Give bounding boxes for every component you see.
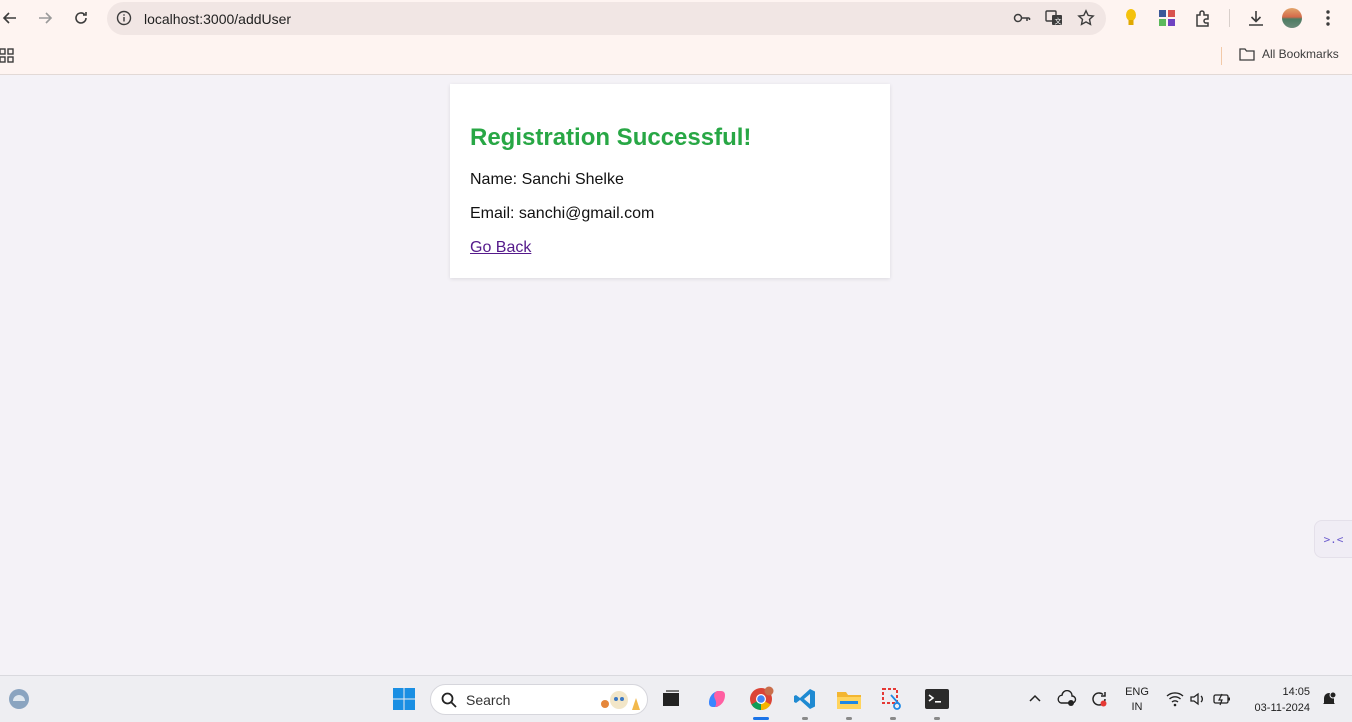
lightbulb-extension-icon[interactable] [1121, 8, 1141, 28]
site-info-icon[interactable] [116, 10, 132, 26]
refresh-sync-icon[interactable] [1086, 686, 1112, 712]
forward-button[interactable] [31, 4, 59, 32]
search-placeholder: Search [466, 692, 511, 708]
svg-text:文: 文 [1055, 17, 1062, 26]
chrome-taskbar-icon[interactable] [748, 686, 774, 712]
language-region: IN [1131, 701, 1143, 713]
go-back-link[interactable]: Go Back [470, 239, 531, 257]
profile-avatar[interactable] [1282, 8, 1302, 28]
password-key-icon[interactable] [1012, 8, 1032, 28]
windows-start-icon[interactable] [391, 686, 417, 712]
show-hidden-icons-chevron-icon[interactable] [1022, 686, 1048, 712]
taskbar-clock[interactable]: 14:05 03-11-2024 [1246, 684, 1310, 716]
task-view-icon[interactable] [658, 686, 684, 712]
terminal-running-indicator [934, 717, 940, 720]
bookmark-star-icon[interactable] [1076, 8, 1096, 28]
success-heading: Registration Successful! [470, 124, 752, 151]
bookmarks-bar: All Bookmarks [0, 37, 1352, 75]
snipping-tool-icon[interactable] [880, 686, 906, 712]
all-bookmarks-button[interactable]: All Bookmarks [1239, 47, 1339, 61]
back-arrow-icon [2, 12, 16, 24]
translate-icon[interactable]: 文 [1044, 8, 1064, 28]
user-name-text: Name: Sanchi Shelke [470, 171, 624, 188]
folder-icon [1239, 48, 1255, 61]
url-text[interactable]: localhost:3000/addUser [144, 11, 291, 27]
battery-icon[interactable] [1209, 686, 1235, 712]
reload-button[interactable] [67, 4, 95, 32]
reload-icon [75, 12, 87, 24]
bookmarks-divider [1221, 47, 1222, 65]
taskbar-search-box[interactable]: Search [430, 684, 648, 715]
side-panel-icon: >.< [1323, 532, 1344, 546]
registration-card: Registration Successful! Name: Sanchi Sh… [450, 84, 890, 278]
vscode-running-indicator [802, 717, 808, 720]
toolbar-divider [1229, 9, 1230, 27]
vscode-icon[interactable] [792, 686, 818, 712]
browser-toolbar: localhost:3000/addUser 文 [0, 0, 1352, 37]
menu-kebab-icon[interactable] [1318, 8, 1338, 28]
extension-puzzle-color-icon[interactable] [1157, 8, 1177, 28]
volume-icon[interactable] [1185, 686, 1211, 712]
language-code: ENG [1125, 686, 1149, 698]
extensions-icon[interactable] [1193, 8, 1213, 28]
clock-date: 03-11-2024 [1254, 702, 1310, 714]
downloads-icon[interactable] [1246, 8, 1266, 28]
user-email-text: Email: sanchi@gmail.com [470, 205, 655, 222]
onedrive-sync-icon[interactable] [1054, 686, 1080, 712]
windows-taskbar: Search ENG IN 14:05 03-11-2024 [0, 675, 1352, 722]
back-button[interactable] [0, 4, 24, 32]
notification-icon[interactable] [1316, 686, 1342, 712]
clock-time: 14:05 [1282, 686, 1310, 698]
page-content: Registration Successful! Name: Sanchi Sh… [0, 76, 1352, 675]
avatar-icon [1282, 8, 1302, 28]
address-bar[interactable]: localhost:3000/addUser 文 [107, 2, 1106, 35]
explorer-running-indicator [846, 717, 852, 720]
search-highlight-icon [599, 688, 641, 717]
language-indicator[interactable]: ENG IN [1122, 685, 1152, 715]
forward-arrow-icon [39, 12, 53, 24]
weather-widget-icon[interactable] [6, 686, 32, 712]
copilot-icon[interactable] [704, 686, 730, 712]
snipping-running-indicator [890, 717, 896, 720]
file-explorer-icon[interactable] [836, 686, 862, 712]
all-bookmarks-label: All Bookmarks [1262, 47, 1339, 61]
apps-grid-icon[interactable] [0, 48, 15, 63]
terminal-icon[interactable] [924, 686, 950, 712]
side-panel-toggle[interactable]: >.< [1314, 520, 1352, 558]
chrome-running-indicator [753, 717, 769, 720]
search-icon [441, 692, 457, 708]
